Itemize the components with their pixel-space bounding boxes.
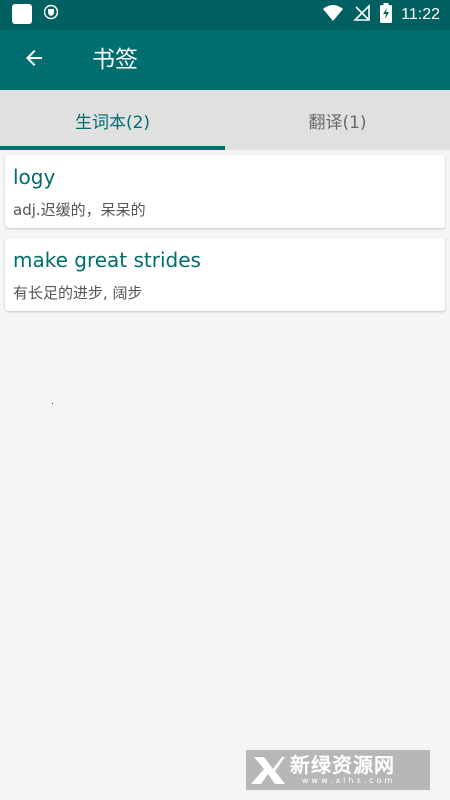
entry-word: logy: [13, 165, 56, 189]
no-sim-icon: [353, 4, 371, 26]
status-left-icons: [12, 4, 59, 24]
watermark-title: 新绿资源网: [290, 753, 395, 777]
watermark-logo-icon: [246, 750, 290, 790]
watermark-text: 新绿资源网 www.xlhs.com: [290, 754, 395, 786]
tab-vocabulary[interactable]: 生词本(2): [0, 90, 225, 150]
stray-dot: [52, 403, 53, 404]
page-title: 书签: [92, 47, 138, 73]
toolbar: 书签: [0, 30, 450, 90]
wifi-icon: [322, 4, 344, 26]
battery-charging-icon: [380, 3, 393, 27]
status-bar: 11:22: [0, 0, 450, 30]
status-time: 11:22: [401, 6, 440, 23]
tab-translation[interactable]: 翻译(1): [225, 90, 450, 150]
vpn-shield-icon: [43, 4, 59, 24]
list-item[interactable]: logy adj.迟缓的，呆呆的: [5, 155, 445, 228]
entry-word: make great strides: [13, 248, 201, 272]
list-item[interactable]: make great strides 有长足的进步, 阔步: [5, 238, 445, 311]
tab-label: 翻译(1): [308, 112, 367, 133]
active-tab-indicator: [0, 146, 225, 150]
watermark: 新绿资源网 www.xlhs.com: [246, 750, 430, 790]
tab-label: 生词本(2): [74, 112, 151, 133]
tab-bar: 生词本(2) 翻译(1): [0, 90, 450, 150]
app-icon: [12, 4, 32, 24]
back-button[interactable]: [13, 39, 55, 81]
status-right-icons: 11:22: [322, 3, 440, 27]
watermark-subtitle: www.xlhs.com: [302, 776, 396, 785]
bookmark-list: logy adj.迟缓的，呆呆的 make great strides 有长足的…: [5, 155, 445, 321]
entry-definition: 有长足的进步, 阔步: [13, 284, 143, 302]
entry-definition: adj.迟缓的，呆呆的: [13, 201, 146, 219]
arrow-left-icon: [22, 46, 46, 74]
